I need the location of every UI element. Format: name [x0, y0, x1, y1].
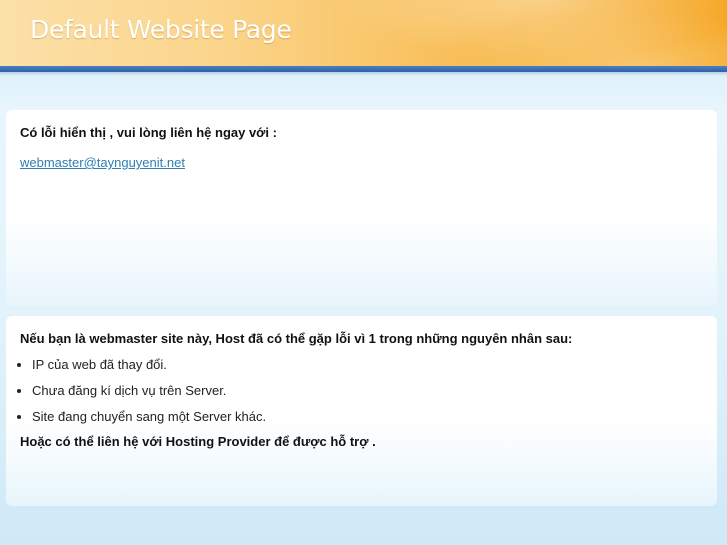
list-item: Chưa đăng kí dịch vụ trên Server.	[32, 382, 703, 400]
page: Default Website Page Có lỗi hiển thị , v…	[0, 0, 727, 545]
support-note: Hoặc có thể liên hệ với Hosting Provider…	[20, 434, 376, 449]
info-heading: Nếu bạn là webmaster site này, Host đã c…	[20, 331, 573, 346]
info-panel: Nếu bạn là webmaster site này, Host đã c…	[6, 316, 717, 506]
webmaster-email-link[interactable]: webmaster@taynguyenit.net	[20, 155, 185, 170]
list-item: IP của web đã thay đổi.	[32, 356, 703, 374]
contact-panel: Có lỗi hiển thị , vui lòng liên hệ ngay …	[6, 110, 717, 306]
header-divider-shadow	[0, 72, 727, 76]
site-header: Default Website Page	[0, 0, 727, 66]
list-item: Site đang chuyển sang một Server khác.	[32, 408, 703, 426]
contact-heading: Có lỗi hiển thị , vui lòng liên hệ ngay …	[20, 125, 277, 140]
page-title: Default Website Page	[30, 15, 292, 44]
reasons-list: IP của web đã thay đổi. Chưa đăng kí dịc…	[20, 356, 703, 426]
